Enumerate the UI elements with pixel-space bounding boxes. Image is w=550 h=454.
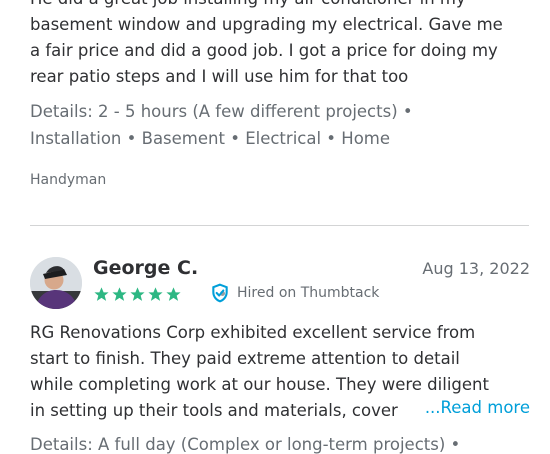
hired-label: Hired on Thumbtack [237,285,380,301]
reviewer-avatar-photo [30,257,82,309]
details-separator: • [126,129,137,148]
review-divider [30,225,529,226]
details-label: Details: [30,102,93,121]
hired-on-thumbtack-badge: Hired on Thumbtack [210,283,379,303]
details-tag-basement: Basement [141,129,225,148]
details-separator: • [326,129,337,148]
star-rating [93,286,182,303]
star-icon [94,287,109,301]
details-separator: • [230,129,240,148]
details-separator: • [402,102,413,121]
review-details: Details: A full day (Complex or long-ter… [30,435,461,454]
details-tag-installation: Installation [30,129,122,148]
shield-check-icon [212,283,228,303]
review-details: Details: 2 - 5 hours (A few different pr… [30,98,530,152]
review-line: while completing work at our house. They… [30,375,489,394]
details-duration: 2 - 5 hours (A few different projects) [98,102,398,121]
details-tag-home: Home [341,129,391,148]
star-icon [166,287,181,301]
star-icon [130,287,145,301]
review-line: RG Renovations Corp exhibited excellent … [30,323,476,342]
reviewer-name: George C. [93,257,199,279]
details-tag-electrical: Electrical [245,129,322,148]
star-icon [112,287,127,301]
read-more-link[interactable]: ...Read more [420,398,530,417]
review-category: Handyman [30,172,107,188]
review-card-previous: He did a great job installing my air con… [30,0,530,152]
review-line: start to finish. They paid extreme atten… [30,349,460,368]
star-icon [148,287,163,301]
review-date: Aug 13, 2022 [422,259,530,278]
review-text: He did a great job installing my air con… [30,0,503,86]
